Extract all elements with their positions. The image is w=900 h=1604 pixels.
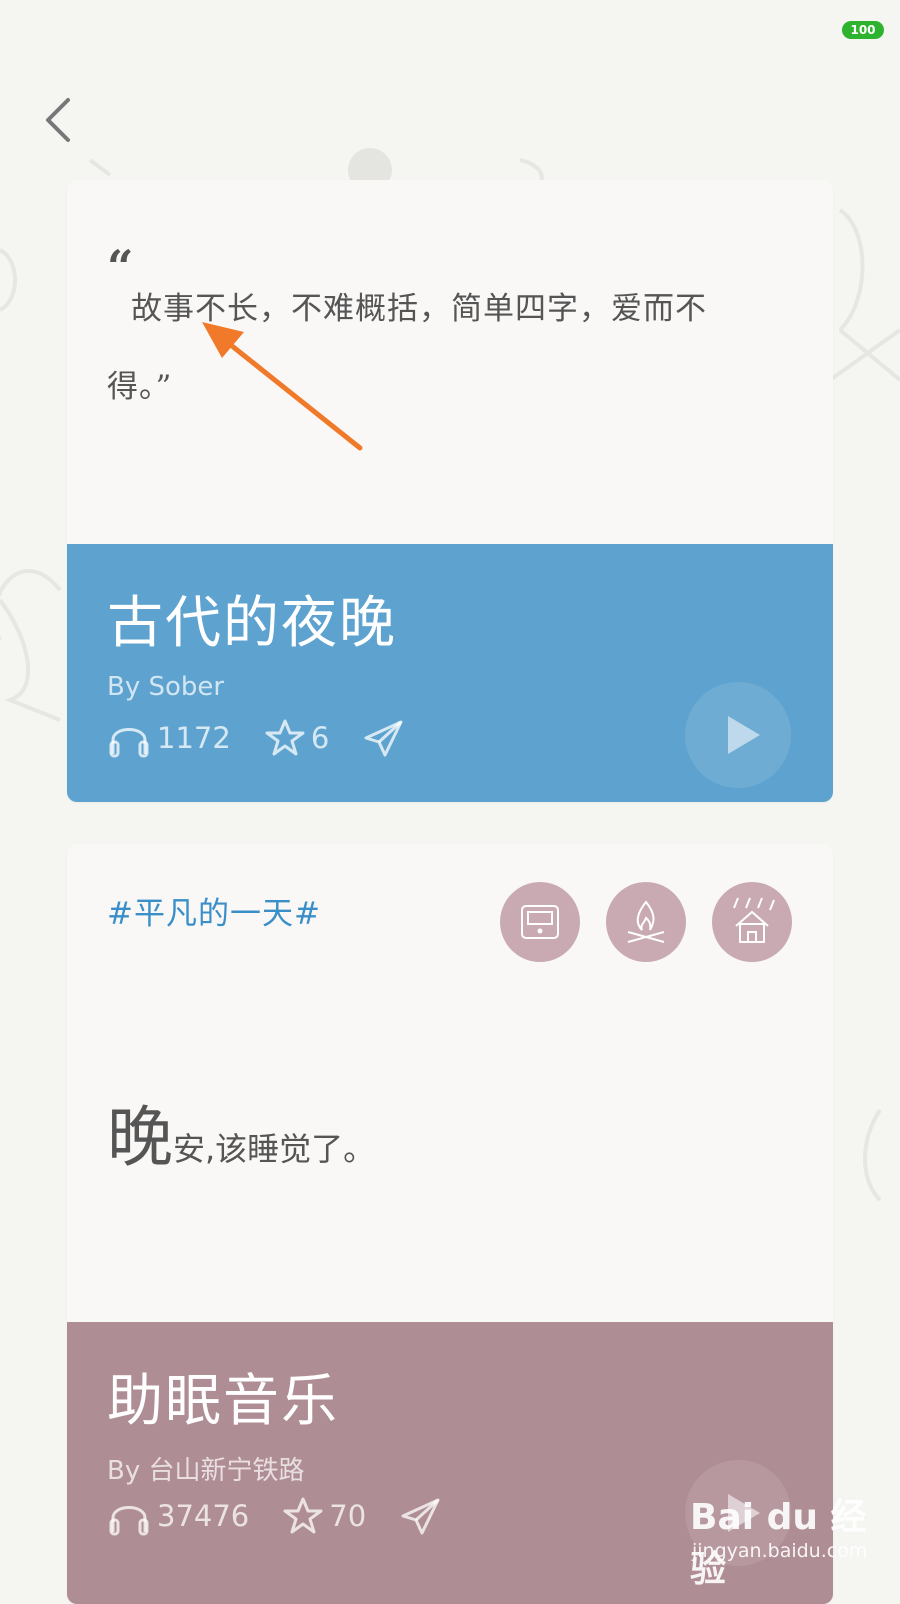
card-title: 古代的夜晚 [107, 591, 397, 656]
quote-text: 故事不长，不难概括，简单四字，爱而不得。” [107, 270, 747, 426]
topic-hashtag[interactable]: #平凡的一天# [107, 888, 321, 933]
campfire-circle-button[interactable] [606, 882, 686, 962]
greeting-initial: 晚 [107, 1099, 173, 1176]
share-button[interactable] [400, 1496, 448, 1536]
radio-circle-button[interactable] [500, 882, 580, 962]
play-button[interactable] [685, 682, 791, 788]
star-count-value: 6 [310, 721, 330, 755]
card-author: By 台山新宁铁路 [107, 1456, 305, 1486]
rain-house-icon [733, 897, 775, 943]
greeting-text: 晚安,该睡觉了。 [107, 1084, 375, 1180]
listen-count: 37476 [107, 1496, 249, 1536]
greeting-rest: 安,该睡觉了。 [173, 1130, 376, 1168]
card-stats: 37476 70 [107, 1494, 482, 1538]
battery-indicator: 100 [842, 21, 884, 39]
campfire-icon [627, 900, 665, 943]
back-button[interactable] [38, 92, 82, 148]
card-1-info-panel: 古代的夜晚 By Sober 1172 6 [67, 544, 833, 802]
listen-count: 1172 [107, 718, 231, 758]
card-stats: 1172 6 [107, 716, 445, 760]
play-icon [728, 716, 760, 754]
rain-house-circle-button[interactable] [712, 882, 792, 962]
watermark-site: jingyan.baidu.com [692, 1540, 868, 1562]
share-button[interactable] [363, 718, 411, 758]
star-button[interactable]: 70 [283, 1496, 366, 1536]
star-button[interactable]: 6 [265, 718, 329, 758]
quote-body: 故事不长，不难概括，简单四字，爱而不得。 [107, 291, 707, 405]
star-icon [283, 1497, 323, 1534]
headphones-icon [109, 728, 149, 758]
quote-close-mark: ” [155, 369, 173, 405]
paper-plane-icon [364, 720, 403, 757]
baidu-watermark: Bai du 经验 jingyan.baidu.com [686, 1480, 876, 1590]
headphones-icon [109, 1506, 149, 1536]
paper-plane-icon [401, 1498, 440, 1535]
card-author: By Sober [107, 672, 225, 702]
card-title: 助眠音乐 [107, 1369, 339, 1434]
chevron-left-icon [46, 98, 70, 142]
story-card-1[interactable]: “ 故事不长，不难概括，简单四字，爱而不得。” 古代的夜晚 By Sober 1… [67, 180, 833, 802]
star-icon [265, 719, 305, 756]
listen-count-value: 37476 [157, 1499, 250, 1533]
listen-count-value: 1172 [157, 721, 231, 755]
star-count-value: 70 [329, 1499, 367, 1533]
radio-icon [521, 905, 559, 939]
